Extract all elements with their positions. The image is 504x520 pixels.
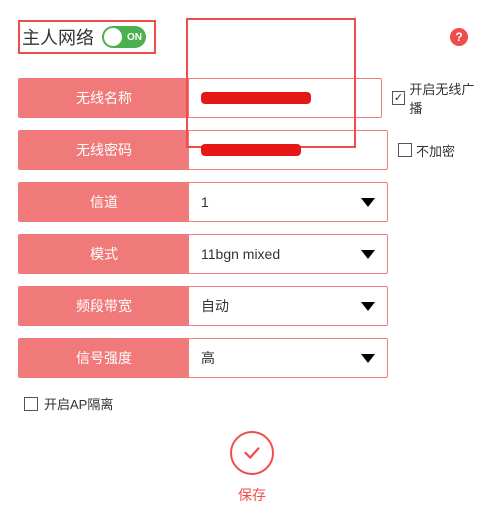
field-bandwidth: 频段带宽 自动 <box>18 286 388 326</box>
checkbox-icon: ✓ <box>392 91 406 105</box>
chevron-down-icon <box>361 198 375 207</box>
chevron-down-icon <box>361 302 375 311</box>
label-ssid: 无线名称 <box>19 79 189 117</box>
value-mode: 11bgn mixed <box>201 246 280 262</box>
field-password: 无线密码 <box>18 130 388 170</box>
save-button[interactable] <box>230 431 274 475</box>
value-channel: 1 <box>201 194 209 210</box>
broadcast-label: 开启无线广播 <box>409 79 486 117</box>
chevron-down-icon <box>361 354 375 363</box>
save-label: 保存 <box>238 485 266 505</box>
save-section: 保存 <box>18 431 486 505</box>
field-channel: 信道 1 <box>18 182 388 222</box>
row-password: 无线密码 不加密 <box>18 130 486 170</box>
row-signal: 信号强度 高 <box>18 338 486 378</box>
checkbox-icon <box>24 397 38 411</box>
label-mode: 模式 <box>19 235 189 273</box>
row-channel: 信道 1 <box>18 182 486 222</box>
field-ssid: 无线名称 <box>18 78 382 118</box>
page-title: 主人网络 <box>22 24 94 50</box>
redacted-password <box>201 144 301 156</box>
ap-isolation-label: 开启AP隔离 <box>44 394 113 413</box>
select-channel[interactable]: 1 <box>189 183 387 221</box>
no-encrypt-checkbox[interactable]: 不加密 <box>398 130 455 170</box>
checkbox-icon <box>398 143 412 157</box>
header-highlight-box: 主人网络 ON <box>18 20 156 54</box>
toggle-state-label: ON <box>127 32 142 43</box>
redacted-ssid <box>201 92 311 104</box>
value-bandwidth: 自动 <box>201 296 229 316</box>
row-mode: 模式 11bgn mixed <box>18 234 486 274</box>
header-row: 主人网络 ON ? <box>18 20 486 54</box>
settings-rows: 无线名称 ✓ 开启无线广播 无线密码 不加密 信道 1 <box>18 78 486 378</box>
ap-isolation-checkbox[interactable]: 开启AP隔离 <box>24 394 486 413</box>
input-password[interactable] <box>189 131 387 169</box>
select-signal[interactable]: 高 <box>189 339 387 377</box>
label-signal: 信号强度 <box>19 339 189 377</box>
chevron-down-icon <box>361 250 375 259</box>
select-mode[interactable]: 11bgn mixed <box>189 235 387 273</box>
row-bandwidth: 频段带宽 自动 <box>18 286 486 326</box>
row-ssid: 无线名称 ✓ 开启无线广播 <box>18 78 486 118</box>
value-signal: 高 <box>201 348 215 368</box>
label-bandwidth: 频段带宽 <box>19 287 189 325</box>
select-bandwidth[interactable]: 自动 <box>189 287 387 325</box>
input-ssid[interactable] <box>189 79 381 117</box>
help-icon[interactable]: ? <box>450 28 468 46</box>
field-mode: 模式 11bgn mixed <box>18 234 388 274</box>
label-channel: 信道 <box>19 183 189 221</box>
master-toggle[interactable]: ON <box>102 26 146 48</box>
label-password: 无线密码 <box>19 131 189 169</box>
check-icon <box>241 442 263 464</box>
no-encrypt-label: 不加密 <box>416 141 455 160</box>
field-signal: 信号强度 高 <box>18 338 388 378</box>
broadcast-checkbox[interactable]: ✓ 开启无线广播 <box>392 78 486 118</box>
